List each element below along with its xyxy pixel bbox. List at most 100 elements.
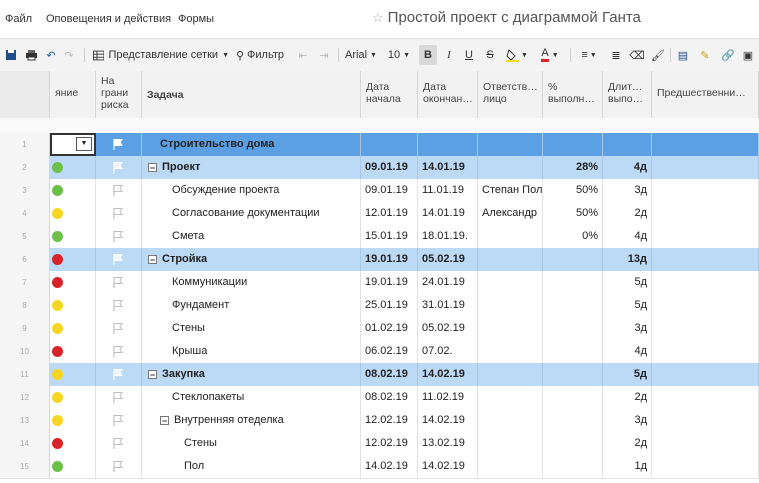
task-cell[interactable]: − Проект: [142, 156, 361, 179]
duration-cell[interactable]: 5д: [603, 363, 652, 386]
column-header-duration[interactable]: Длит… выпо…: [603, 71, 652, 118]
duration-cell[interactable]: 5д: [603, 294, 652, 317]
flag-icon[interactable]: [112, 230, 124, 243]
link-icon[interactable]: 🔗: [720, 45, 736, 65]
image-icon[interactable]: ▣: [740, 45, 756, 65]
row-number[interactable]: 7: [0, 271, 50, 294]
end-cell[interactable]: 07.02.: [418, 340, 478, 363]
print-icon[interactable]: [23, 45, 39, 65]
end-cell[interactable]: 13.02.19: [418, 432, 478, 455]
owner-cell[interactable]: [478, 409, 543, 432]
task-cell[interactable]: − Стройка: [142, 248, 361, 271]
task-cell[interactable]: Строительство дома: [142, 133, 361, 156]
end-cell[interactable]: 05.02.19: [418, 317, 478, 340]
start-cell[interactable]: 12.02.19: [361, 432, 418, 455]
row-number[interactable]: 5: [0, 225, 50, 248]
percent-cell[interactable]: [543, 409, 603, 432]
duration-cell[interactable]: 13д: [603, 248, 652, 271]
predecessors-cell[interactable]: [652, 294, 759, 317]
task-cell[interactable]: Стены: [142, 317, 361, 340]
menu-file[interactable]: Файл: [5, 13, 32, 25]
menu-alerts-actions[interactable]: Оповещения и действия: [46, 13, 171, 25]
duration-cell[interactable]: 4д: [603, 156, 652, 179]
duration-cell[interactable]: 2д: [603, 386, 652, 409]
owner-cell[interactable]: [478, 156, 543, 179]
outdent-icon[interactable]: ⇤: [295, 45, 311, 65]
save-icon[interactable]: [3, 45, 19, 65]
duration-cell[interactable]: 3д: [603, 409, 652, 432]
percent-cell[interactable]: 28%: [543, 156, 603, 179]
start-cell[interactable]: 14.02.19: [361, 455, 418, 478]
start-cell[interactable]: [361, 133, 418, 156]
task-cell[interactable]: Коммуникации: [142, 271, 361, 294]
filter-button[interactable]: ⚲ Фильтр: [233, 45, 287, 65]
duration-cell[interactable]: 3д: [603, 317, 652, 340]
owner-cell[interactable]: [478, 317, 543, 340]
duration-cell[interactable]: 4д: [603, 340, 652, 363]
owner-cell[interactable]: [478, 294, 543, 317]
menu-forms[interactable]: Формы: [178, 13, 214, 25]
collapse-toggle-icon[interactable]: −: [160, 416, 169, 426]
column-header-end[interactable]: Дата окончан…: [418, 71, 478, 118]
flag-icon[interactable]: [112, 437, 124, 450]
predecessors-cell[interactable]: [652, 156, 759, 179]
flag-icon[interactable]: [112, 161, 124, 174]
percent-cell[interactable]: [543, 432, 603, 455]
start-cell[interactable]: 09.01.19: [361, 179, 418, 202]
predecessors-cell[interactable]: [652, 271, 759, 294]
owner-cell[interactable]: [478, 432, 543, 455]
start-cell[interactable]: 08.02.19: [361, 363, 418, 386]
owner-cell[interactable]: [478, 133, 543, 156]
percent-cell[interactable]: [543, 317, 603, 340]
italic-button[interactable]: I: [441, 45, 457, 65]
bold-button[interactable]: B: [419, 45, 437, 65]
flag-icon[interactable]: [112, 138, 124, 151]
end-cell[interactable]: 14.02.19: [418, 409, 478, 432]
undo-icon[interactable]: ↶: [44, 45, 58, 65]
collapse-toggle-icon[interactable]: −: [148, 255, 157, 265]
start-cell[interactable]: 09.01.19: [361, 156, 418, 179]
end-cell[interactable]: 11.01.19: [418, 179, 478, 202]
end-cell[interactable]: 14.02.19: [418, 455, 478, 478]
end-cell[interactable]: 11.02.19: [418, 386, 478, 409]
task-cell[interactable]: − Закупка: [142, 363, 361, 386]
duration-cell[interactable]: 2д: [603, 202, 652, 225]
end-cell[interactable]: 18.01.19.: [418, 225, 478, 248]
start-cell[interactable]: 15.01.19: [361, 225, 418, 248]
underline-button[interactable]: U: [461, 45, 477, 65]
column-header-task[interactable]: Задача: [142, 71, 361, 118]
favorite-star-icon[interactable]: ☆: [372, 10, 384, 25]
start-cell[interactable]: 19.01.19: [361, 248, 418, 271]
end-cell[interactable]: 14.02.19: [418, 363, 478, 386]
percent-cell[interactable]: [543, 455, 603, 478]
owner-cell[interactable]: [478, 455, 543, 478]
start-cell[interactable]: 08.02.19: [361, 386, 418, 409]
owner-cell[interactable]: [478, 340, 543, 363]
percent-cell[interactable]: [543, 340, 603, 363]
task-cell[interactable]: Стены: [142, 432, 361, 455]
flag-icon[interactable]: [112, 345, 124, 358]
row-number[interactable]: 6: [0, 248, 50, 271]
owner-cell[interactable]: [478, 225, 543, 248]
owner-cell[interactable]: Александр: [478, 202, 543, 225]
flag-icon[interactable]: [112, 184, 124, 197]
row-number[interactable]: 8: [0, 294, 50, 317]
flag-icon[interactable]: [112, 276, 124, 289]
percent-cell[interactable]: 0%: [543, 225, 603, 248]
font-size-dropdown[interactable]: 10 ▼: [386, 45, 412, 65]
fill-color-button[interactable]: ▼: [503, 45, 531, 65]
predecessors-cell[interactable]: [652, 363, 759, 386]
percent-cell[interactable]: 50%: [543, 179, 603, 202]
row-number[interactable]: 15: [0, 455, 50, 478]
predecessors-cell[interactable]: [652, 179, 759, 202]
duration-cell[interactable]: [603, 133, 652, 156]
predecessors-cell[interactable]: [652, 225, 759, 248]
end-cell[interactable]: 05.02.19: [418, 248, 478, 271]
duration-cell[interactable]: 1д: [603, 455, 652, 478]
duration-cell[interactable]: 3д: [603, 179, 652, 202]
column-header-predecessors[interactable]: Предшественни…: [652, 71, 759, 118]
row-number[interactable]: 1: [0, 133, 50, 156]
flag-icon[interactable]: [112, 391, 124, 404]
task-cell[interactable]: Фундамент: [142, 294, 361, 317]
task-cell[interactable]: Стеклопакеты: [142, 386, 361, 409]
